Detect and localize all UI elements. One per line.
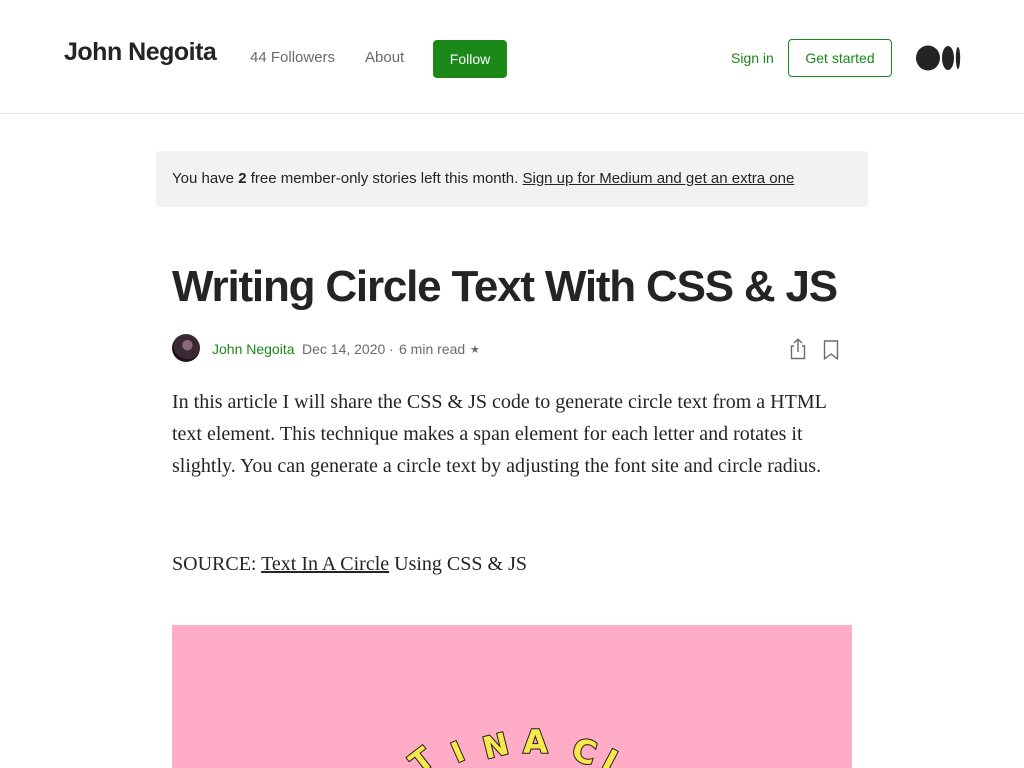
followers-link[interactable]: 44 Followers [250,49,335,66]
member-only-star-icon: ★ [470,344,480,356]
share-icon[interactable] [788,338,808,360]
hero-circle-letter: N [479,727,512,767]
hero-image: TINACI [172,625,852,768]
banner-prefix: You have [172,170,235,187]
banner-count: 2 [238,170,247,187]
publish-date: Dec 14, 2020 [302,341,386,357]
circle-text-illustration: T I N A CI [402,722,623,768]
author-avatar[interactable] [172,334,200,362]
hero-circle-letter: T [403,741,441,768]
article-intro-paragraph: In this article I will share the CSS & J… [172,391,827,477]
sign-in-link[interactable]: Sign in [731,50,774,66]
read-time: 6 min read [399,341,466,357]
hero-circle-letter: I [596,743,622,768]
signup-link[interactable]: Sign up for Medium and get an extra one [522,170,794,187]
about-link[interactable]: About [365,49,404,66]
hero-circle-letter: I [446,735,469,768]
source-link[interactable]: Text In A Circle [261,553,389,575]
follow-button[interactable]: Follow [433,40,507,78]
get-started-button[interactable]: Get started [788,39,892,77]
source-line: SOURCE: Text In A Circle Using CSS & JS [172,548,527,580]
article-title: Writing Circle Text With CSS & JS [172,262,838,311]
bookmark-icon[interactable] [822,339,840,361]
medium-logo-icon[interactable] [916,45,962,71]
member-stories-banner: You have 2 free member-only stories left… [156,151,868,207]
hero-circle-letter: A [523,723,548,761]
banner-suffix: free member-only stories left this month… [250,170,519,187]
meta-separator: · [389,341,394,357]
hero-circle-letter: C [568,730,601,768]
source-suffix: Using CSS & JS [394,553,527,575]
top-navigation-bar: John Negoita 44 Followers About Follow S… [0,0,1024,114]
byline-author-link[interactable]: John Negoita [212,341,295,357]
publication-author-title[interactable]: John Negoita [64,38,217,67]
source-prefix: SOURCE: [172,553,257,575]
